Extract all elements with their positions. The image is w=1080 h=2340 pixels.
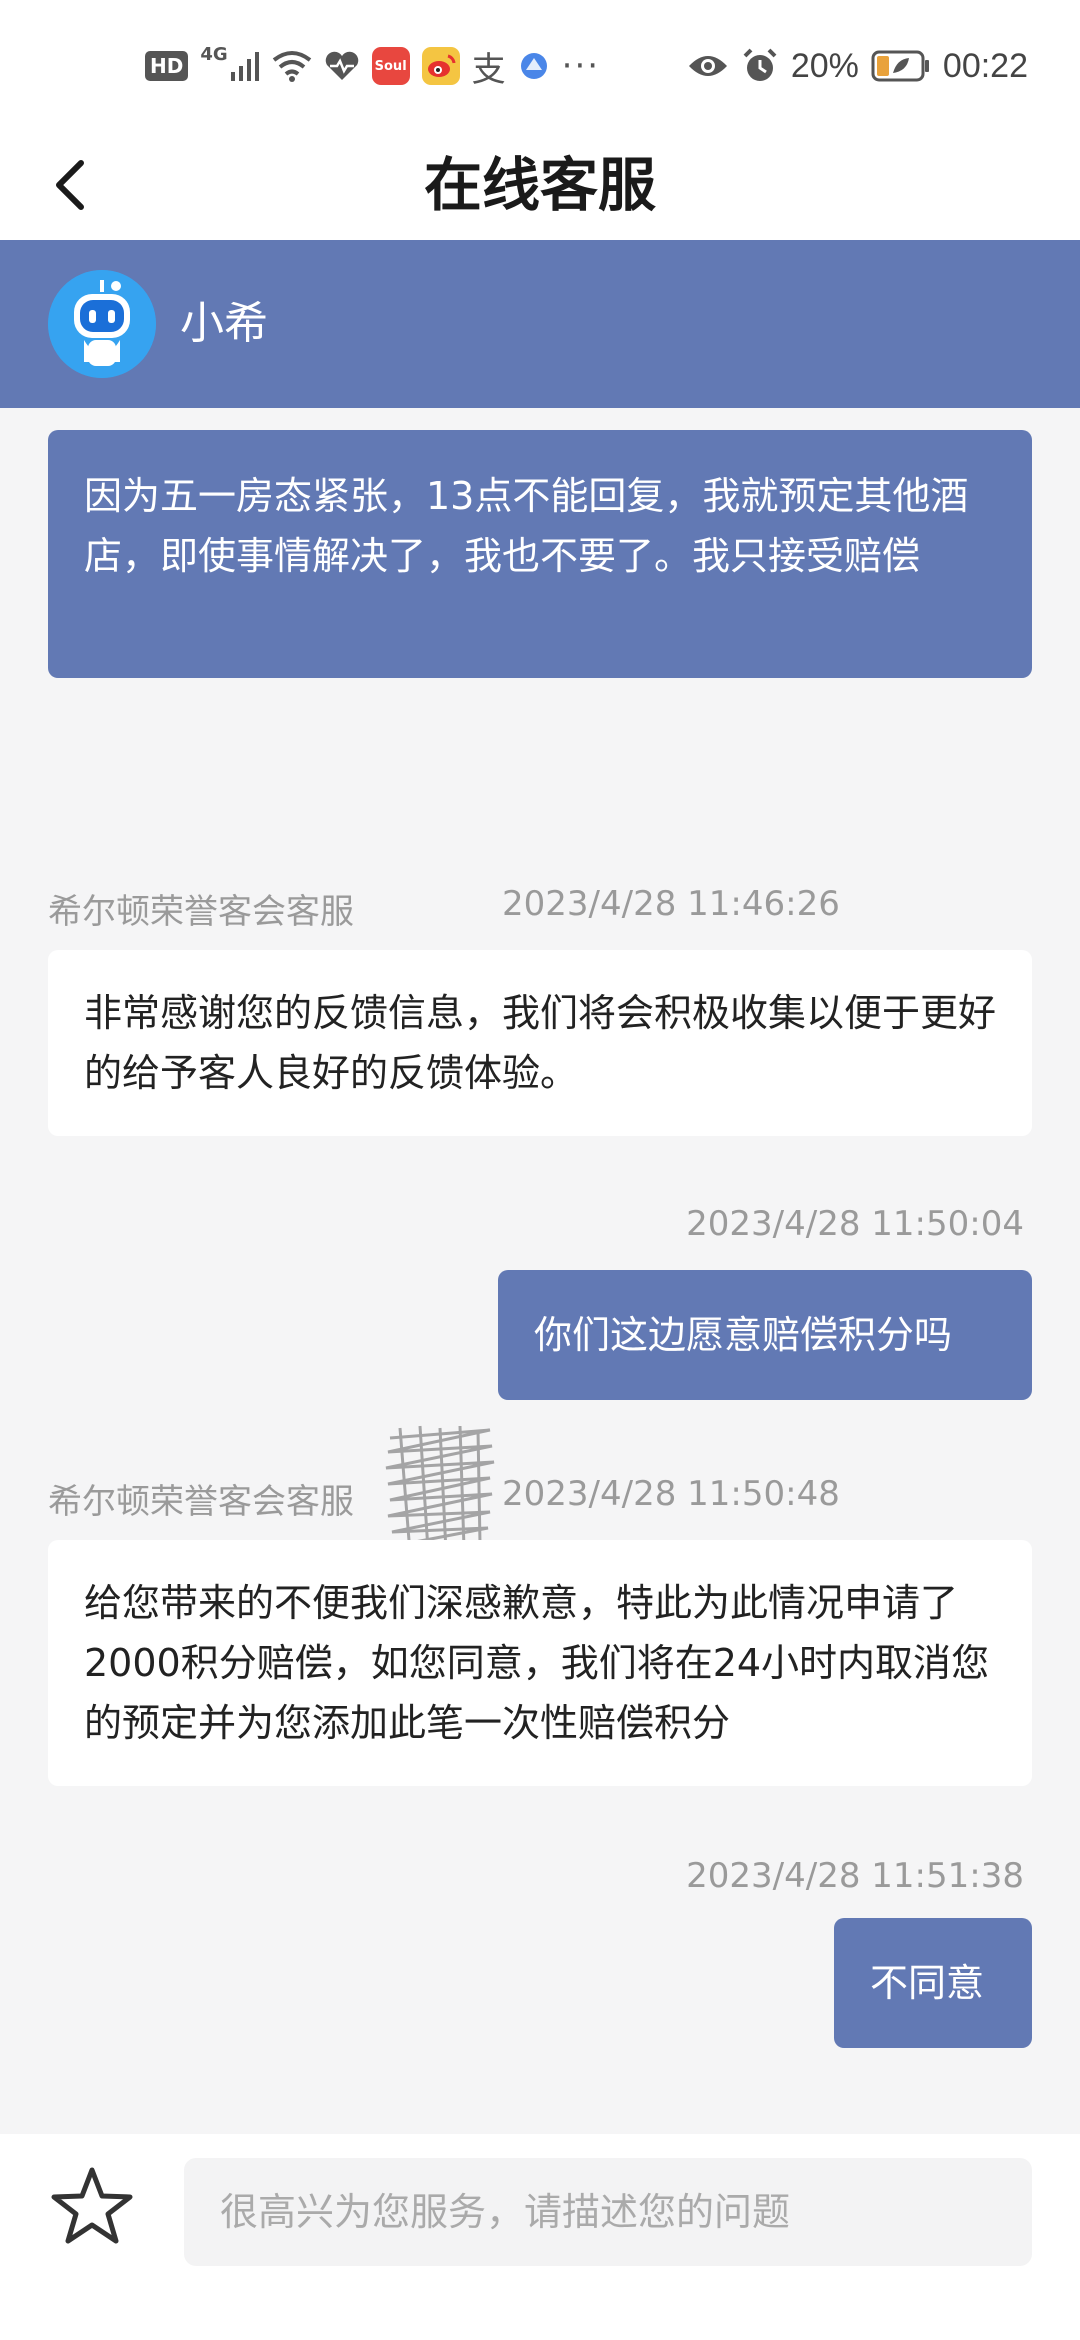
agent-sender-name: 希尔顿荣誉客会客服: [48, 1482, 354, 1522]
more-notifications-icon: ···: [561, 46, 601, 86]
agent-name: 小希: [180, 298, 268, 349]
agent-bar: 小希: [0, 240, 1080, 408]
message-text: 不同意: [870, 1961, 985, 2005]
status-bar: HD 4G Soul 支 ··· 20% 00:22: [0, 0, 1080, 130]
battery-icon: [871, 49, 931, 83]
message-text: 非常感谢您的反馈信息，我们将会积极收集以便于更好的给予客人良好的反馈体验。: [84, 991, 997, 1095]
favorite-button[interactable]: [50, 2164, 134, 2248]
browser-icon: [518, 50, 550, 82]
robot-avatar-icon[interactable]: [48, 270, 156, 378]
battery-percent: 20%: [790, 46, 859, 85]
message-bubble-user[interactable]: 不同意: [834, 1918, 1032, 2048]
message-bubble-agent[interactable]: 非常感谢您的反馈信息，我们将会积极收集以便于更好的给予客人良好的反馈体验。: [48, 950, 1032, 1136]
message-input-placeholder: 很高兴为您服务，请描述您的问题: [220, 2190, 791, 2234]
status-right-group: 20% 00:22: [687, 42, 1028, 90]
message-timestamp: 2023/4/28 11:50:04: [686, 1204, 1024, 1244]
page-title: 在线客服: [423, 151, 656, 219]
alipay-icon: 支: [471, 49, 506, 90]
message-timestamp: 2023/4/28 11:51:38: [686, 1856, 1024, 1896]
message-bubble-user[interactable]: 因为五一房态紧张，13点不能回复，我就预定其他酒店，即使事情解决了，我也不要了。…: [48, 430, 1032, 678]
message-text: 你们这边愿意赔偿积分吗: [534, 1313, 953, 1357]
app-badge-text: Soul: [374, 58, 407, 74]
hd-icon: HD: [145, 51, 189, 81]
message-bubble-agent[interactable]: 给您带来的不便我们深感歉意，特此为此情况申请了2000积分赔偿，如您同意，我们将…: [48, 1540, 1032, 1786]
message-text: 给您带来的不便我们深感歉意，特此为此情况申请了2000积分赔偿，如您同意，我们将…: [84, 1581, 990, 1745]
status-left-group: HD 4G Soul 支 ···: [145, 42, 600, 90]
clock-time: 00:22: [942, 46, 1028, 85]
input-bar: 很高兴为您服务，请描述您的问题: [0, 2134, 1080, 2340]
redaction-scribble: [385, 1425, 495, 1554]
network-type-label: 4G: [200, 43, 228, 65]
signal-icon: 4G: [200, 44, 259, 82]
app-header: 在线客服: [0, 130, 1080, 240]
agent-sender-name: 希尔顿荣誉客会客服: [48, 892, 354, 932]
message-timestamp: 2023/4/28 11:46:26: [502, 884, 840, 924]
message-bubble-user[interactable]: 你们这边愿意赔偿积分吗: [498, 1270, 1032, 1400]
alarm-icon: [741, 47, 779, 85]
wifi-icon: [272, 50, 312, 82]
message-input[interactable]: 很高兴为您服务，请描述您的问题: [184, 2158, 1032, 2266]
health-heart-icon: [324, 50, 360, 82]
message-text: 因为五一房态紧张，13点不能回复，我就预定其他酒店，即使事情解决了，我也不要了。…: [84, 474, 969, 578]
eye-icon: [687, 50, 729, 82]
weibo-icon: [421, 47, 460, 85]
star-icon: [51, 2167, 133, 2244]
app-notification-icon: Soul: [371, 47, 410, 85]
message-timestamp: 2023/4/28 11:50:48: [502, 1474, 840, 1514]
